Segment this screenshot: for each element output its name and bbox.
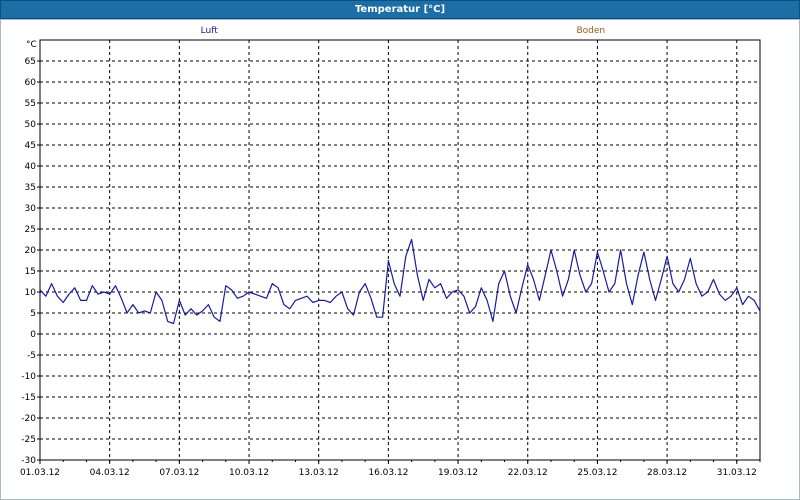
y-tick-label: 45 <box>25 141 36 151</box>
y-tick-label: -20 <box>21 414 36 424</box>
y-tick-label: 10 <box>25 288 37 298</box>
series-lines <box>39 238 761 325</box>
y-tick-label: 40 <box>25 162 37 172</box>
legend: Luft Boden <box>201 26 605 36</box>
legend-item: Luft <box>201 26 219 36</box>
y-tick-label: 55 <box>25 99 36 109</box>
y-tick-label: -30 <box>21 456 36 466</box>
legend-item: Boden <box>576 26 605 36</box>
y-tick-label: 35 <box>25 183 36 193</box>
y-tick-label: 50 <box>25 120 37 130</box>
y-tick-label: 5 <box>30 309 36 319</box>
x-tick-label: 07.03.12 <box>159 468 199 478</box>
y-tick-label: 20 <box>25 246 37 256</box>
x-tick-label: 25.03.12 <box>577 468 617 478</box>
y-axis-label: °C <box>26 40 37 50</box>
y-tick-label: -25 <box>21 435 36 445</box>
x-tick-label: 01.03.12 <box>20 468 60 478</box>
x-tick-label: 28.03.12 <box>647 468 687 478</box>
y-tick-label: 0 <box>30 330 36 340</box>
y-axis-ticks: 65605550454035302520151050-5-10-15-20-25… <box>21 57 40 466</box>
y-tick-label: 65 <box>25 57 36 67</box>
y-tick-label: -15 <box>21 393 36 403</box>
x-tick-label: 31.03.12 <box>717 468 757 478</box>
x-tick-label: 04.03.12 <box>90 468 130 478</box>
x-tick-label: 22.03.12 <box>508 468 548 478</box>
y-tick-label: 60 <box>25 78 37 88</box>
temperature-chart: 65605550454035302520151050-5-10-15-20-25… <box>20 26 761 478</box>
x-tick-label: 19.03.12 <box>438 468 478 478</box>
y-tick-label: 15 <box>25 267 36 277</box>
y-tick-label: -5 <box>27 351 36 361</box>
x-tick-label: 13.03.12 <box>299 468 339 478</box>
series-line-luft <box>39 238 761 325</box>
grid <box>40 40 760 461</box>
y-tick-label: 30 <box>25 204 37 214</box>
x-axis-ticks: 01.03.12 04.03.12 07.03.12 10.03.12 13.03.12… <box>20 460 761 478</box>
y-tick-label: -10 <box>21 372 36 382</box>
x-tick-label: 16.03.12 <box>368 468 408 478</box>
y-tick-label: 25 <box>25 225 36 235</box>
x-tick-label: 10.03.12 <box>229 468 269 478</box>
